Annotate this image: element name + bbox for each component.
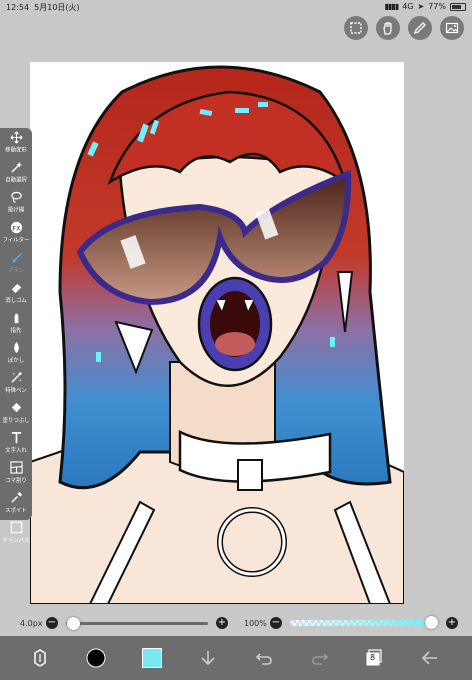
tool-label: ぼかし bbox=[7, 357, 25, 364]
tool-label: キャンバス bbox=[2, 537, 30, 544]
size-increase-button[interactable]: + bbox=[216, 617, 228, 629]
tool-label: 自動選択 bbox=[5, 177, 27, 184]
brush-sliders: 4.0px − + 100% − + bbox=[0, 614, 472, 634]
brush-opacity-slider[interactable] bbox=[290, 616, 438, 629]
opacity-decrease-button[interactable]: − bbox=[270, 617, 282, 629]
blur-drop-icon bbox=[13, 341, 19, 354]
fill-bucket-icon bbox=[11, 402, 21, 413]
tool-frame-divide[interactable]: コマ割り bbox=[0, 458, 32, 488]
tool-palette: 移動変形自動選択投げ縄 FX フィルターブラシ消しゴム指先ぼかし特殊ペン塗りつぶし文… bbox=[0, 128, 32, 544]
tool-special-pen[interactable]: 特殊ペン bbox=[0, 368, 32, 398]
bottom-toolbar: 8 bbox=[0, 636, 472, 680]
battery-icon bbox=[450, 2, 466, 11]
tool-label: フィルター bbox=[2, 237, 30, 244]
special-pen-icon bbox=[10, 372, 22, 383]
undo-icon bbox=[255, 653, 272, 665]
tool-lasso[interactable]: 投げ縄 bbox=[0, 188, 32, 218]
undo-button[interactable] bbox=[252, 646, 276, 670]
tool-magic-wand[interactable]: 自動選択 bbox=[0, 158, 32, 188]
pencil-icon bbox=[413, 22, 426, 35]
tool-text[interactable]: 文字入れ bbox=[0, 428, 32, 458]
brush-size-label: 4.0px bbox=[20, 619, 43, 628]
layer-count: 8 bbox=[370, 653, 376, 662]
move-icon bbox=[10, 131, 22, 144]
selection-button[interactable] bbox=[344, 16, 368, 40]
tool-eraser[interactable]: 消しゴム bbox=[0, 278, 32, 308]
hand-button[interactable] bbox=[376, 16, 400, 40]
rotate-arrows-icon bbox=[34, 649, 46, 667]
location-icon: ➤ bbox=[417, 2, 425, 11]
arrow-left-icon bbox=[421, 651, 437, 665]
redo-icon bbox=[312, 653, 329, 665]
transform-button[interactable] bbox=[28, 646, 52, 670]
redo-button[interactable] bbox=[308, 646, 332, 670]
artwork-illustration bbox=[30, 65, 404, 604]
tool-label: コマ割り bbox=[5, 477, 27, 484]
opacity-increase-button[interactable]: + bbox=[446, 617, 458, 629]
status-time-date: 12:54 5月10日(火) bbox=[6, 3, 80, 12]
download-button[interactable] bbox=[196, 646, 220, 670]
text-icon bbox=[11, 432, 21, 444]
tool-label: ブラシ bbox=[7, 267, 25, 274]
tool-label: 移動変形 bbox=[5, 147, 27, 154]
back-button[interactable] bbox=[418, 646, 442, 670]
color-button[interactable] bbox=[140, 646, 164, 670]
arrow-down-icon bbox=[201, 651, 215, 666]
brush-opacity-label: 100% bbox=[244, 619, 267, 628]
image-icon bbox=[445, 22, 459, 34]
tool-fill-bucket[interactable]: 塗りつぶし bbox=[0, 398, 32, 428]
brush-size-button[interactable] bbox=[84, 646, 108, 670]
tool-finger-smudge[interactable]: 指先 bbox=[0, 308, 32, 338]
brush-opacity-knob[interactable] bbox=[425, 616, 438, 629]
selection-icon bbox=[350, 22, 362, 34]
tool-label: 指先 bbox=[10, 327, 22, 334]
status-bar: 12:54 5月10日(火) ▮▮▮▮ 4G ➤ 77% bbox=[0, 0, 472, 14]
eyedropper-icon bbox=[10, 491, 22, 503]
svg-text:FX: FX bbox=[12, 224, 21, 232]
fx-icon: FX bbox=[10, 221, 22, 234]
tool-brush[interactable]: ブラシ bbox=[0, 248, 32, 278]
brush-size-slider[interactable] bbox=[66, 617, 208, 630]
tool-fx[interactable]: FX フィルター bbox=[0, 218, 32, 248]
brush-dot-icon bbox=[86, 648, 106, 668]
artwork-canvas[interactable] bbox=[30, 62, 404, 604]
finger-smudge-icon bbox=[14, 313, 18, 324]
battery-label: 77% bbox=[428, 2, 446, 11]
current-color-swatch bbox=[142, 648, 162, 668]
top-actions bbox=[344, 16, 464, 40]
tool-eyedropper[interactable]: スポイト bbox=[0, 488, 32, 518]
pen-button[interactable] bbox=[408, 16, 432, 40]
tool-label: 特殊ペン bbox=[5, 387, 27, 394]
tool-label: 投げ縄 bbox=[7, 207, 25, 214]
gallery-button[interactable] bbox=[440, 16, 464, 40]
lasso-icon bbox=[10, 191, 22, 203]
signal-icon: ▮▮▮▮ bbox=[384, 2, 400, 11]
canvas-icon bbox=[10, 521, 22, 534]
tool-blur-drop[interactable]: ぼかし bbox=[0, 338, 32, 368]
tool-move[interactable]: 移動変形 bbox=[0, 128, 32, 158]
tool-label: 塗りつぶし bbox=[2, 417, 30, 424]
size-decrease-button[interactable]: − bbox=[46, 617, 58, 629]
network-label: 4G bbox=[402, 2, 414, 11]
status-right: ▮▮▮▮ 4G ➤ 77% bbox=[385, 2, 466, 11]
tool-label: 消しゴム bbox=[5, 297, 27, 304]
eraser-icon bbox=[11, 283, 21, 294]
brush-icon bbox=[12, 252, 22, 263]
tool-label: 文字入れ bbox=[5, 447, 27, 454]
hand-icon bbox=[383, 21, 392, 35]
frame-divide-icon bbox=[9, 461, 23, 474]
layers-button[interactable]: 8 bbox=[362, 646, 386, 670]
tool-canvas[interactable]: キャンバス bbox=[0, 518, 32, 548]
magic-wand-icon bbox=[10, 161, 22, 173]
brush-size-knob[interactable] bbox=[67, 617, 81, 630]
tool-label: スポイト bbox=[5, 507, 27, 514]
